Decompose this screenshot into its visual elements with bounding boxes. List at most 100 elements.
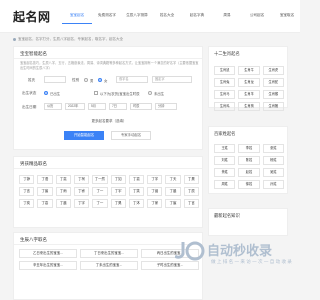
nav-item-name-test[interactable]: 免费测名字 bbox=[92, 6, 122, 24]
zodiac-link[interactable]: 生肖牛 bbox=[238, 66, 260, 75]
name-chip[interactable]: 丁言 bbox=[19, 187, 35, 196]
zodiac-link[interactable]: 生肖兔 bbox=[214, 78, 236, 87]
surname-input[interactable] bbox=[44, 76, 66, 83]
nav-item-company[interactable]: 公司起名 bbox=[242, 6, 272, 24]
born-radio[interactable] bbox=[44, 91, 48, 95]
name-chip[interactable]: 丁宇 bbox=[147, 175, 163, 184]
nav-item-name-list[interactable]: 姓名大全 bbox=[152, 6, 182, 24]
name-chip[interactable]: 丁嘉 bbox=[128, 175, 145, 184]
name-chip[interactable]: 丁言 bbox=[183, 199, 199, 208]
nav-item-zhouyi[interactable]: 周易 bbox=[212, 6, 242, 24]
name-chip[interactable]: 丁一 bbox=[92, 199, 108, 208]
expert-naming-button[interactable]: 专家手动起名 bbox=[111, 131, 151, 140]
minute-select[interactable]: 分钟 bbox=[155, 103, 177, 110]
zodiac-link[interactable]: 生肖狗 bbox=[238, 102, 260, 111]
surname-link[interactable]: 陈姓 bbox=[238, 156, 260, 165]
zodiac-panel: 十二生肖起名 生肖鼠 生肖牛 生肖虎生肖兔 生肖龙 生肖蛇生肖马 生肖羊 生肖猴生肖鸡 生肖狗… bbox=[208, 46, 288, 111]
surname-link[interactable]: 张姓 bbox=[262, 144, 284, 153]
bazi-link[interactable]: 丁未出生的宝宝... bbox=[80, 261, 138, 270]
name-chip[interactable]: 丁睿 bbox=[73, 187, 90, 196]
surname-link[interactable]: 赵姓 bbox=[238, 168, 260, 177]
nav-item-baby[interactable]: 宝宝取名 bbox=[272, 6, 302, 24]
month-select[interactable]: 5月 bbox=[88, 103, 106, 110]
zodiac-link[interactable]: 生肖马 bbox=[214, 90, 236, 99]
name-chip[interactable]: 丁雨 bbox=[55, 187, 71, 196]
name-chip[interactable]: 丁柯 bbox=[73, 175, 90, 184]
zodiac-link[interactable]: 生肖猪 bbox=[262, 102, 284, 111]
watermark-subtitle: 做 上 排 名 一 来 访 一 次 一 自 动 收 录 bbox=[211, 259, 292, 264]
name-chip[interactable]: 丁家 bbox=[147, 199, 163, 208]
day-select[interactable]: 7日 bbox=[109, 103, 127, 110]
name-chip[interactable]: 丁如 bbox=[110, 175, 126, 184]
zodiac-title: 十二生肖起名 bbox=[214, 51, 240, 56]
name-chip[interactable]: 丁沐 bbox=[128, 199, 145, 208]
name-chip[interactable]: 丁语 bbox=[37, 175, 53, 184]
name-chip[interactable]: 丁奕 bbox=[19, 199, 35, 208]
name-chip[interactable]: 丁一然 bbox=[92, 175, 108, 184]
gender-female-radio[interactable] bbox=[98, 78, 102, 82]
name-chip[interactable]: 丁宇 bbox=[110, 187, 126, 196]
name-chip[interactable]: 丁辰 bbox=[183, 187, 199, 196]
name-chip[interactable]: 丁天 bbox=[165, 175, 181, 184]
lunar-checkbox[interactable] bbox=[94, 91, 98, 95]
surname-label: 姓氏 bbox=[28, 78, 36, 82]
bazi-link[interactable]: 辛丑年出生的宝宝... bbox=[19, 261, 77, 270]
name-chip[interactable]: 丁昊 bbox=[110, 199, 126, 208]
zodiac-link[interactable]: 生肖鸡 bbox=[214, 102, 236, 111]
divider bbox=[14, 168, 202, 169]
watermark-title: 自动秒收录 bbox=[207, 244, 273, 259]
more-options-link[interactable]: 更多起名要求（选填） bbox=[14, 119, 204, 124]
zodiac-link[interactable]: 生肖蛇 bbox=[262, 78, 284, 87]
year-select[interactable]: 2022年 bbox=[65, 103, 85, 110]
zodiac-link[interactable]: 生肖羊 bbox=[238, 90, 260, 99]
surname-link[interactable]: 孙姓 bbox=[262, 180, 284, 189]
name-chip[interactable]: 丁静 bbox=[19, 175, 35, 184]
name-chip[interactable]: 丁一 bbox=[92, 187, 108, 196]
born-text: 已出生 bbox=[50, 92, 61, 96]
zodiac-link[interactable]: 生肖猴 bbox=[262, 90, 284, 99]
name-chip[interactable]: 丁宸 bbox=[37, 187, 53, 196]
name-chip[interactable]: 丁笑 bbox=[128, 187, 145, 196]
boy-names-panel: 男孩精品取名 丁静 丁语 丁嘉 丁柯 丁一然 丁如 丁嘉 丁宇 丁天 丁昊 丁言 丁宸 丁雨 丁睿 丁一 丁宇… bbox=[13, 156, 203, 228]
main-nav: 宝宝起名 免费测名字 生辰八字测算 姓名大全 起名字典 周易 公司起名 宝宝取名 bbox=[62, 6, 302, 24]
surname-link[interactable]: 吴姓 bbox=[262, 168, 284, 177]
surname-link[interactable]: 周姓 bbox=[214, 180, 236, 189]
nav-item-baby-naming[interactable]: 宝宝起名 bbox=[62, 6, 92, 24]
name-chip[interactable]: 丁昊 bbox=[183, 175, 199, 184]
unborn-radio[interactable] bbox=[148, 91, 152, 95]
watermark: 自动秒收录 做 上 排 名 一 来 访 一 次 一 自 动 收 录 bbox=[175, 238, 295, 278]
watermark-logo-icon bbox=[175, 241, 205, 261]
nav-item-bazi[interactable]: 生辰八字测算 bbox=[122, 6, 152, 24]
submit-naming-button[interactable]: 开始智能起名 bbox=[64, 131, 104, 140]
hour-select[interactable]: 时辰 bbox=[130, 103, 152, 110]
fixed-char-input[interactable]: 固定字 bbox=[152, 76, 192, 83]
calendar-type-select[interactable]: 公历 bbox=[44, 103, 62, 110]
site-logo[interactable]: 起名网 bbox=[13, 8, 51, 25]
surname-link[interactable]: 徐姓 bbox=[238, 180, 260, 189]
surname-link[interactable]: 王姓 bbox=[214, 144, 236, 153]
name-chip[interactable]: 丁嘉 bbox=[37, 199, 53, 208]
surname-link[interactable]: 杨姓 bbox=[262, 156, 284, 165]
name-chip[interactable]: 丁晨 bbox=[55, 199, 71, 208]
surname-link[interactable]: 刘姓 bbox=[214, 156, 236, 165]
surname-grid: 王姓 李姓 张姓刘姓 陈姓 杨姓黄姓 赵姓 吴姓周姓 徐姓 孙姓 bbox=[214, 144, 284, 189]
notice-bar: 宝宝起名，名字打分，生辰八字起名，专家起名，取名字，起名大全 bbox=[13, 37, 123, 42]
naming-form-panel: 宝宝智能起名 宝宝起名技巧，生辰八字，五行，五格剖象法、周易、诗词典籍等多种起名… bbox=[13, 46, 203, 150]
zodiac-link[interactable]: 生肖虎 bbox=[262, 66, 284, 75]
name-chip[interactable]: 丁涵 bbox=[147, 187, 163, 196]
name-chip[interactable]: 丁晨 bbox=[165, 187, 181, 196]
name-chip[interactable]: 丁嘉 bbox=[55, 175, 71, 184]
gender-male-radio[interactable] bbox=[84, 78, 88, 82]
name-mode-select[interactable]: 双字名 bbox=[116, 76, 148, 83]
gender-label: 性别 bbox=[72, 78, 80, 82]
nav-item-dictionary[interactable]: 起名字典 bbox=[182, 6, 212, 24]
zodiac-link[interactable]: 生肖龙 bbox=[238, 78, 260, 87]
bazi-link[interactable]: 乙日来出生的宝宝... bbox=[19, 249, 77, 258]
name-chip[interactable]: 丁宇 bbox=[73, 199, 90, 208]
name-chip[interactable]: 丁宸 bbox=[165, 199, 181, 208]
bazi-link[interactable]: 丁日来出生的宝宝... bbox=[80, 249, 138, 258]
surname-link[interactable]: 黄姓 bbox=[214, 168, 236, 177]
surname-link[interactable]: 李姓 bbox=[238, 144, 260, 153]
surname-panel-title: 百家姓起名 bbox=[214, 131, 236, 136]
zodiac-link[interactable]: 生肖鼠 bbox=[214, 66, 236, 75]
